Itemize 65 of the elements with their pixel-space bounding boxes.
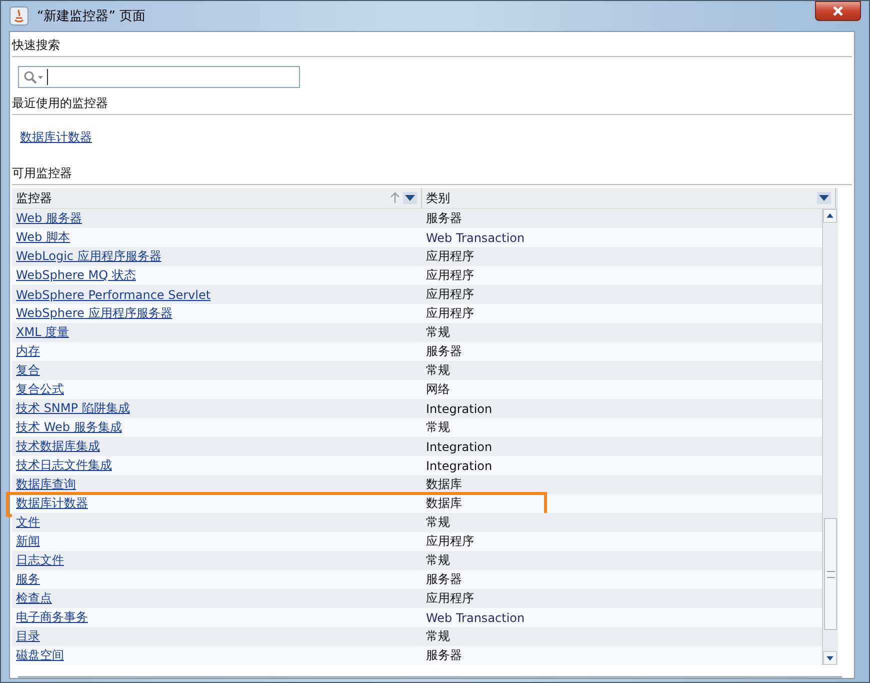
monitor-link[interactable]: 磁盘空间 <box>16 648 64 662</box>
monitor-link[interactable]: 日志文件 <box>16 553 64 567</box>
table-cell-text: 应用程序 <box>425 590 475 607</box>
monitor-link[interactable]: WebSphere MQ 状态 <box>16 268 136 282</box>
table-cell-text: 网络 <box>425 381 451 398</box>
scroll-up-icon[interactable] <box>823 209 837 223</box>
table-cell-text: 服务器 <box>425 210 463 227</box>
monitor-link[interactable]: 技术 Web 服务集成 <box>16 420 122 434</box>
column-header[interactable]: 监控器 <box>12 188 422 208</box>
table-cell-text: 应用程序 <box>425 286 475 303</box>
table-cell-text: 常规 <box>425 514 451 531</box>
monitor-link[interactable]: 新闻 <box>16 534 40 548</box>
search-field[interactable] <box>18 66 300 88</box>
table-cell-text: 常规 <box>425 362 451 379</box>
table-cell-text: 应用程序 <box>425 305 475 322</box>
monitor-link[interactable]: 复合公式 <box>16 382 64 396</box>
window-title: “新建监控器” 页面 <box>37 8 146 25</box>
monitor-link[interactable]: 电子商务事务 <box>16 610 88 624</box>
table-cell-text: 服务器 <box>425 571 463 588</box>
monitor-link[interactable]: 目录 <box>16 629 40 643</box>
monitor-link[interactable]: 服务 <box>16 572 40 586</box>
scrollbar[interactable] <box>822 209 838 665</box>
table-cell-text: 应用程序 <box>425 533 475 550</box>
table-cell-text: 服务器 <box>425 647 463 664</box>
monitor-link[interactable]: WebSphere Performance Servlet <box>16 288 211 302</box>
table-cell-text: Web Transaction <box>425 230 526 244</box>
section-heading: 最近使用的监控器 <box>12 92 852 115</box>
section-heading: 快速搜索 <box>12 34 852 57</box>
monitor-link[interactable]: 文件 <box>16 515 40 529</box>
monitor-link[interactable]: XML 度量 <box>16 325 70 339</box>
table-cell-text: 常规 <box>425 628 451 645</box>
monitor-link[interactable]: 数据库查询 <box>16 477 76 491</box>
table-cell-text: Integration <box>425 458 494 472</box>
monitor-link[interactable]: 内存 <box>16 344 40 358</box>
table-cell-text: 常规 <box>425 552 451 569</box>
close-icon <box>831 5 845 17</box>
monitor-link[interactable]: WebLogic 应用程序服务器 <box>16 249 162 263</box>
table-cell-text: Integration <box>425 402 494 416</box>
monitor-link[interactable]: Web 脚本 <box>16 230 70 244</box>
monitor-link[interactable]: 数据库计数器 <box>16 496 88 510</box>
dropdown-icon[interactable] <box>403 192 417 204</box>
monitor-link[interactable]: 技术日志文件集成 <box>16 458 112 472</box>
table-cell-text: Web Transaction <box>425 610 526 624</box>
table-cell-text: 应用程序 <box>425 267 475 284</box>
column-header[interactable]: 类别 <box>422 188 836 208</box>
dropdown-icon[interactable] <box>817 192 831 204</box>
table-cell-text: 数据库 <box>425 495 463 512</box>
monitor-link[interactable]: 复合 <box>16 363 40 377</box>
section-heading: 可用监控器 <box>12 162 852 185</box>
monitor-link[interactable]: 技术数据库集成 <box>16 439 100 453</box>
table-cell-text: 数据库 <box>425 476 463 493</box>
table-cell-text: 应用程序 <box>425 248 475 265</box>
monitor-link[interactable]: WebSphere 应用程序服务器 <box>16 306 172 320</box>
table-cell-text: Integration <box>425 440 494 454</box>
search-icon <box>23 70 45 84</box>
table-cell-text: 常规 <box>425 419 451 436</box>
scroll-down-icon[interactable] <box>823 651 837 665</box>
monitor-link[interactable]: 技术 SNMP 陷阱集成 <box>16 401 130 415</box>
table-cell-text: 服务器 <box>425 343 463 360</box>
monitor-link[interactable]: Web 服务器 <box>16 211 82 225</box>
close-button[interactable] <box>815 1 861 21</box>
app-icon <box>9 6 29 26</box>
table-cell-text: 常规 <box>425 324 451 341</box>
monitor-link[interactable]: 检查点 <box>16 591 52 605</box>
recent-monitor-link[interactable]: 数据库计数器 <box>20 130 92 144</box>
